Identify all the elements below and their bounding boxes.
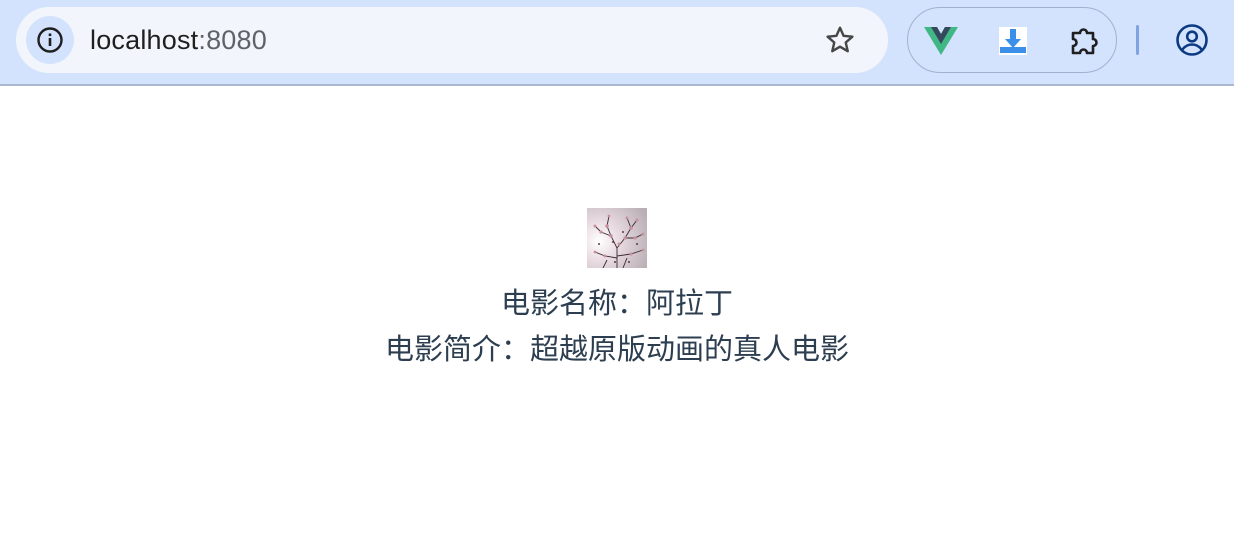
download-extension-icon: [999, 27, 1027, 55]
movie-name: 电影名称：阿拉丁: [500, 286, 733, 320]
bookmark-button[interactable]: [820, 20, 860, 60]
star-icon: [826, 26, 854, 53]
vue-devtools-button[interactable]: [921, 21, 961, 61]
puzzle-icon: [1071, 28, 1098, 55]
page-content: 电影名称：阿拉丁 电影简介：超越原版动画的真人电影: [0, 88, 1234, 372]
movie-poster-image: [587, 208, 647, 268]
url-text[interactable]: localhost:8080: [90, 7, 267, 73]
profile-icon: [1176, 24, 1208, 56]
extensions-button[interactable]: [1065, 21, 1105, 61]
toolbar-divider: [1136, 25, 1139, 55]
profile-button[interactable]: [1172, 20, 1212, 60]
site-info-button[interactable]: [26, 16, 74, 64]
movie-description: 电影简介：超越原版动画的真人电影: [384, 332, 849, 366]
browser-toolbar: localhost:8080: [0, 0, 1234, 86]
address-bar[interactable]: localhost:8080: [16, 7, 888, 73]
download-extension-button[interactable]: [993, 21, 1033, 61]
vue-devtools-icon: [924, 27, 958, 55]
url-port: :8080: [198, 25, 267, 55]
url-host: localhost: [90, 25, 199, 55]
extensions-group: [907, 7, 1117, 73]
info-icon: [37, 27, 63, 53]
